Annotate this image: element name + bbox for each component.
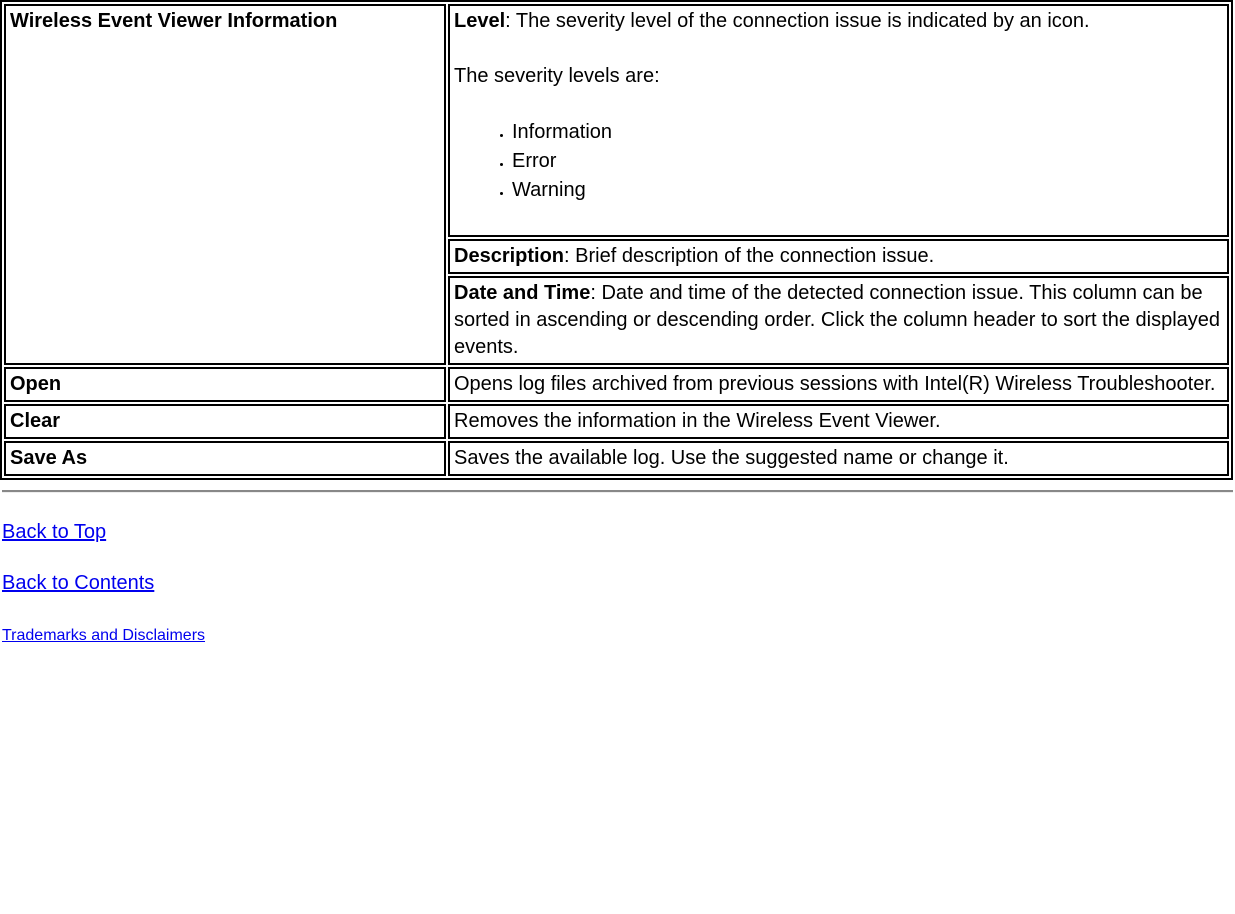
info-table: Wireless Event Viewer Information Level:… (0, 0, 1233, 480)
cell-datetime: Date and Time: Date and time of the dete… (448, 276, 1229, 365)
link-trademarks[interactable]: Trademarks and Disclaimers (2, 627, 205, 644)
cell-open: Opens log files archived from previous s… (448, 367, 1229, 402)
row-header-saveas: Save As (4, 441, 446, 476)
row-header-clear: Clear (4, 404, 446, 439)
text-level: : The severity level of the connection i… (505, 10, 1089, 32)
label-level: Level (454, 10, 505, 32)
footer-links: Back to Top Back to Contents Trademarks … (0, 521, 1235, 646)
list-item: Information (512, 118, 1223, 147)
list-item: Error (512, 147, 1223, 176)
list-severity-levels: Information Error Warning (454, 118, 1223, 205)
label-description: Description (454, 245, 564, 267)
text-description: : Brief description of the connection is… (564, 245, 934, 267)
cell-level: Level: The severity level of the connect… (448, 4, 1229, 237)
row-header-open: Open (4, 367, 446, 402)
cell-saveas: Saves the available log. Use the suggest… (448, 441, 1229, 476)
cell-clear: Removes the information in the Wireless … (448, 404, 1229, 439)
text-severity-levels: The severity levels are: (454, 63, 1223, 90)
list-item: Warning (512, 176, 1223, 205)
label-datetime: Date and Time (454, 282, 590, 304)
row-header-wireless-event-viewer: Wireless Event Viewer Information (4, 4, 446, 365)
link-back-to-contents[interactable]: Back to Contents (2, 572, 154, 594)
link-back-to-top[interactable]: Back to Top (2, 521, 106, 543)
cell-description: Description: Brief description of the co… (448, 239, 1229, 274)
divider (2, 490, 1233, 493)
